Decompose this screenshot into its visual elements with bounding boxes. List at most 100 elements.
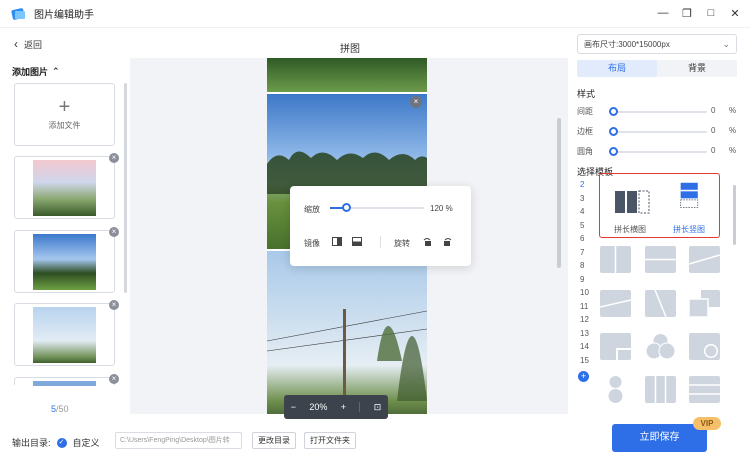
thumbnail-item[interactable]: × (14, 300, 119, 366)
canvas-size-select[interactable]: 画布尺寸:3000*15000px ⌄ (577, 34, 737, 54)
spacing-slider-handle[interactable] (609, 107, 618, 116)
title-bar: 图片编辑助手 — ❐ □ ✕ (0, 0, 750, 28)
count-option[interactable]: 11 (580, 302, 594, 316)
count-option[interactable]: 9 (580, 275, 594, 289)
remove-icon[interactable]: × (109, 374, 119, 384)
collage-photo[interactable] (267, 251, 427, 414)
count-option[interactable]: 14 (580, 342, 594, 356)
fit-screen-icon[interactable]: ⊡ (374, 402, 382, 413)
thumbnail-image (33, 381, 96, 386)
template-grid-item[interactable] (689, 333, 720, 360)
spacing-slider[interactable] (613, 111, 707, 113)
divider (380, 236, 381, 248)
radius-value: 0 (711, 146, 716, 155)
restore-icon[interactable]: ❐ (680, 6, 694, 20)
template-grid-item[interactable] (689, 290, 720, 317)
add-images-header[interactable]: 添加图片 ⌃ (12, 65, 60, 78)
template-grid-item[interactable] (645, 333, 676, 360)
radius-slider[interactable] (613, 151, 707, 153)
border-slider-handle[interactable] (609, 127, 618, 136)
app-title: 图片编辑助手 (34, 10, 94, 21)
template-grid-item[interactable] (689, 246, 720, 273)
count-option[interactable]: 2 (580, 180, 594, 194)
template-grid-item[interactable] (600, 333, 631, 360)
minimize-icon[interactable]: — (656, 6, 670, 20)
output-label: 输出目录: (12, 438, 51, 448)
template-grid-item[interactable] (645, 376, 676, 403)
zoom-out-button[interactable]: − (291, 402, 296, 412)
left-scrollbar[interactable] (124, 83, 127, 293)
mirror-horizontal-icon[interactable] (332, 237, 342, 246)
remove-photo-icon[interactable]: × (410, 96, 422, 108)
spacing-unit: % (729, 106, 737, 115)
thumbnail-item[interactable]: × (14, 153, 119, 219)
output-path-field[interactable]: C:\Users\FengPing\Desktop\图片转 (115, 432, 242, 449)
remove-icon[interactable]: × (109, 227, 119, 237)
mirror-vertical-icon[interactable] (352, 237, 362, 246)
radius-unit: % (729, 146, 737, 155)
template-grid-item[interactable] (645, 290, 676, 317)
count-option[interactable]: 12 (580, 315, 594, 329)
back-button[interactable]: ‹ 返回 (14, 37, 42, 51)
long-horizontal-template[interactable] (614, 189, 650, 217)
zoom-slider-handle[interactable] (342, 203, 351, 212)
chevron-left-icon: ‹ (14, 37, 18, 51)
chevron-up-icon: ⌃ (52, 66, 60, 76)
count-option[interactable]: 8 (580, 261, 594, 275)
divider (359, 402, 361, 412)
remove-icon[interactable]: × (109, 153, 119, 163)
long-horizontal-label: 拼长横图 (614, 225, 646, 234)
count-option[interactable]: 7 (580, 248, 594, 262)
thumbnail-item[interactable]: × (14, 227, 119, 293)
add-template-icon[interactable]: + (578, 371, 589, 382)
long-vertical-label: 拼长竖图 (673, 225, 705, 234)
zoom-toolbar: − 20% + ⊡ (284, 395, 388, 419)
open-folder-button[interactable]: 打开文件夹 (304, 432, 356, 449)
maximize-icon[interactable]: □ (704, 6, 718, 20)
tab-background[interactable]: 背景 (657, 60, 737, 77)
zoom-slider[interactable] (330, 203, 424, 212)
canvas-scrollbar[interactable] (557, 118, 561, 268)
template-grid-item[interactable] (600, 290, 631, 317)
long-vertical-template[interactable] (672, 182, 708, 210)
tab-layout[interactable]: 布局 (577, 60, 657, 77)
radius-slider-row: 圆角 0 % (577, 146, 737, 158)
radius-slider-handle[interactable] (609, 147, 618, 156)
thumbnail-item[interactable]: × (14, 374, 119, 386)
style-header: 样式 (577, 89, 596, 99)
save-now-button[interactable]: 立即保存 (612, 424, 707, 452)
remove-icon[interactable]: × (109, 300, 119, 310)
count-option[interactable]: 6 (580, 234, 594, 248)
collage-photo[interactable] (267, 58, 427, 92)
count-option[interactable]: 3 (580, 194, 594, 208)
template-grid-item[interactable] (600, 246, 631, 273)
rotate-right-icon[interactable] (443, 237, 453, 246)
count-option[interactable]: 13 (580, 329, 594, 343)
plus-icon: + (58, 96, 71, 118)
count-option[interactable]: 15 (580, 356, 594, 370)
template-scrollbar[interactable] (733, 185, 736, 245)
mirror-label: 镜像 (304, 239, 320, 248)
rotate-left-icon[interactable] (422, 237, 432, 246)
close-icon[interactable]: ✕ (728, 6, 742, 20)
template-grid-item[interactable] (600, 376, 631, 403)
border-slider[interactable] (613, 131, 707, 133)
zoom-value: 120 % (430, 204, 453, 213)
zoom-in-button[interactable]: + (341, 402, 346, 412)
template-grid-item[interactable] (689, 376, 720, 403)
image-count-list: 2 3 4 5 6 7 8 9 10 11 12 13 14 15 (580, 180, 594, 369)
template-grid-item[interactable] (645, 246, 676, 273)
count-option[interactable]: 4 (580, 207, 594, 221)
field-scene (267, 309, 427, 409)
back-label: 返回 (24, 39, 43, 50)
add-file-button[interactable]: + 添加文件 (14, 83, 115, 146)
custom-radio-icon[interactable]: ✓ (56, 437, 67, 448)
photo-edit-popover: 缩放 120 % 镜像 旋转 (290, 186, 471, 266)
count-option[interactable]: 5 (580, 221, 594, 235)
border-slider-row: 边框 0 % (577, 126, 737, 138)
change-directory-button[interactable]: 更改目录 (252, 432, 296, 449)
image-count: 5/50 (51, 404, 69, 414)
count-option[interactable]: 10 (580, 288, 594, 302)
chevron-down-icon: ⌄ (722, 39, 730, 49)
vip-badge: VIP (693, 417, 721, 430)
